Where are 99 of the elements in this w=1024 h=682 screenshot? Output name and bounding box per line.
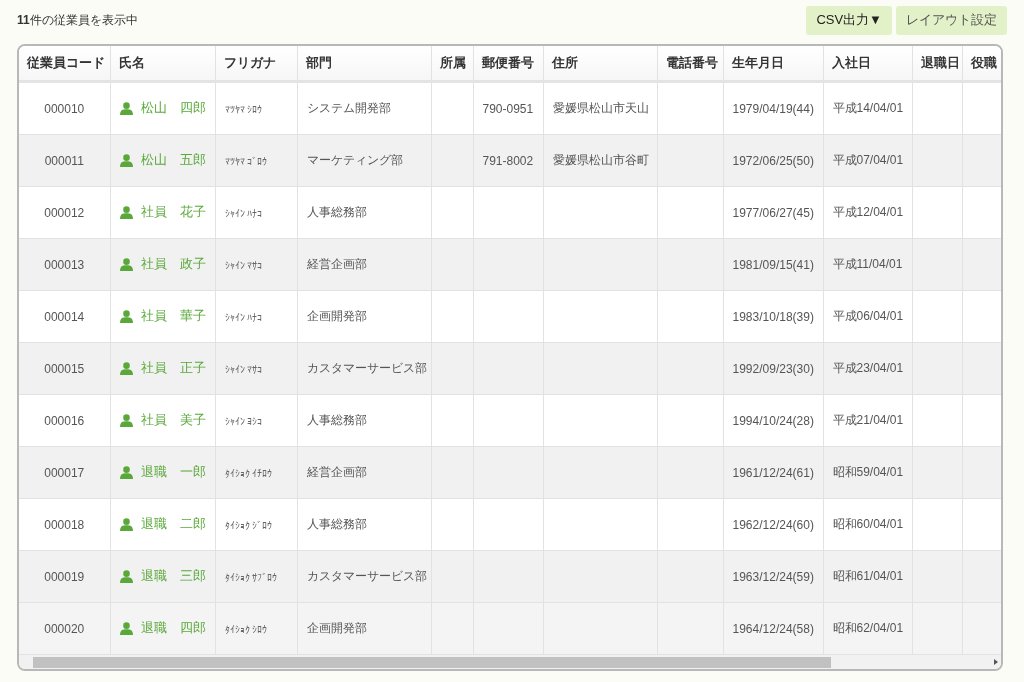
table-cell-text: 経営企画部	[306, 465, 367, 479]
table-cell-text: 1979/04/19(44)	[732, 101, 814, 116]
table-row[interactable]: 000014 社員 華子 ｼｬｲﾝ ﾊﾅｺ 企画開発部 1983/10/18(39) 平成06/04/01	[19, 290, 1001, 343]
table-row[interactable]: 000015 社員 正子 ｼｬｲﾝ ﾏｻｺ カスタマーサービス部 1992/09/23(30) 平成23/04/01	[19, 342, 1001, 395]
person-icon	[119, 413, 133, 428]
table-cell-text: 000013	[44, 257, 85, 272]
table-cell-text: 人事総務部	[306, 205, 367, 219]
table-cell-text: 000017	[44, 465, 85, 480]
person-icon	[119, 465, 133, 480]
employee-count-text: 11件の従業員を表示中	[17, 11, 138, 29]
table-cell-text: 平成06/04/01	[832, 309, 904, 323]
person-icon	[119, 101, 133, 116]
furigana-text: ﾀｲｼｮｸ ｲﾁﾛｳ	[224, 467, 273, 479]
column-header[interactable]: 部門	[297, 46, 431, 82]
table-cell-text: 平成23/04/01	[832, 361, 904, 375]
table-cell-text: 愛媛県松山市谷町	[552, 153, 649, 167]
table-cell-text: 平成07/04/01	[832, 153, 904, 167]
table-cell-text: 1964/12/24(58)	[732, 621, 814, 636]
table-cell-text: 人事総務部	[306, 413, 367, 427]
table-row[interactable]: 000010 松山 四郎 ﾏﾂﾔﾏ ｼﾛｳ システム開発部 790-0951 愛媛県松山市天山 1979/04/19(44) 平成14/04/01	[19, 81, 1001, 135]
furigana-text: ｼｬｲﾝ ﾏｻｺ	[224, 259, 263, 271]
table-cell-text: 791-8002	[482, 153, 534, 168]
table-cell-text: 企画開発部	[306, 621, 367, 635]
table-cell-text: 経営企画部	[306, 257, 367, 271]
table-row[interactable]: 000020 退職 四郎 ﾀｲｼｮｸ ｼﾛｳ 企画開発部 1964/12/24(58) 昭和62/04/01	[19, 602, 1001, 655]
table-cell-text: 1963/12/24(59)	[732, 569, 814, 584]
column-header[interactable]: フリガナ	[215, 46, 297, 82]
column-header[interactable]: 生年月日	[723, 46, 823, 82]
table-cell-text: 平成21/04/01	[832, 413, 904, 427]
layout-settings-button[interactable]: レイアウト設定	[896, 5, 1007, 35]
table-cell-text: カスタマーサービス部	[306, 569, 427, 583]
column-header[interactable]: 電話番号	[657, 46, 723, 82]
furigana-text: ﾀｲｼｮｸ ｻﾌﾞﾛｳ	[224, 571, 278, 583]
table-row[interactable]: 000012 社員 花子 ｼｬｲﾝ ﾊﾅｺ 人事総務部 1977/06/27(45) 平成12/04/01	[19, 186, 1001, 239]
table-cell-text: 1981/09/15(41)	[732, 257, 814, 272]
table-cell-text: 1972/06/25(50)	[732, 153, 814, 168]
table-cell-text: 人事総務部	[306, 517, 367, 531]
table-cell-text: 1977/06/27(45)	[732, 205, 814, 220]
table-cell-text: 1992/09/23(30)	[732, 361, 814, 376]
table-row[interactable]: 000017 退職 一郎 ﾀｲｼｮｸ ｲﾁﾛｳ 経営企画部 1961/12/24(61) 昭和59/04/01	[19, 446, 1001, 499]
table-row[interactable]: 000019 退職 三郎 ﾀｲｼｮｸ ｻﾌﾞﾛｳ カスタマーサービス部 1963/12/24(59) 昭和61/04/01	[19, 550, 1001, 603]
furigana-text: ｼｬｲﾝ ﾖｼｺ	[224, 415, 263, 427]
person-icon	[119, 257, 133, 272]
table-cell-text: 平成11/04/01	[832, 257, 903, 271]
table-cell-text: 000010	[44, 101, 85, 116]
table-row[interactable]: 000016 社員 美子 ｼｬｲﾝ ﾖｼｺ 人事総務部 1994/10/24(28) 平成21/04/01	[19, 394, 1001, 447]
table-cell-text: 1961/12/24(61)	[732, 465, 814, 480]
table-cell-text: 000011	[44, 153, 84, 168]
table-cell-text: 000016	[44, 413, 85, 428]
furigana-text: ﾀｲｼｮｸ ｼﾞﾛｳ	[224, 519, 273, 531]
person-icon	[119, 309, 133, 324]
table-cell-text: 790-0951	[482, 101, 534, 116]
column-header[interactable]: 氏名	[110, 46, 215, 82]
table-row[interactable]: 000018 退職 二郎 ﾀｲｼｮｸ ｼﾞﾛｳ 人事総務部 1962/12/24(60) 昭和60/04/01	[19, 498, 1001, 551]
furigana-text: ｼｬｲﾝ ﾊﾅｺ	[224, 311, 263, 323]
column-header[interactable]: 住所	[543, 46, 657, 82]
table-cell-text: マーケティング部	[306, 153, 403, 167]
table-cell-text: 昭和61/04/01	[832, 569, 904, 583]
scrollbar-thumb[interactable]	[33, 656, 831, 668]
csv-export-button[interactable]: CSV出力▼	[806, 5, 892, 35]
scroll-right-arrow-icon[interactable]	[994, 659, 998, 665]
person-icon	[119, 621, 133, 636]
table-cell-text: 平成12/04/01	[832, 205, 904, 219]
table-cell-text: 平成14/04/01	[832, 101, 904, 115]
table-cell-text: 1962/12/24(60)	[732, 517, 814, 532]
table-row[interactable]: 000013 社員 政子 ｼｬｲﾝ ﾏｻｺ 経営企画部 1981/09/15(41) 平成11/04/01	[19, 238, 1001, 291]
furigana-text: ｼｬｲﾝ ﾊﾅｺ	[224, 207, 263, 219]
table-cell-text: 1983/10/18(39)	[732, 309, 814, 324]
furigana-text: ﾀｲｼｮｸ ｼﾛｳ	[224, 623, 268, 635]
person-icon	[119, 517, 133, 532]
table-cell-text: カスタマーサービス部	[306, 361, 427, 375]
column-header[interactable]: 入社日	[823, 46, 912, 82]
column-header[interactable]: 役職	[962, 46, 1001, 82]
table-cell-text: 000019	[44, 569, 85, 584]
table-cell-text: 企画開発部	[306, 309, 367, 323]
table-row[interactable]: 000011 松山 五郎 ﾏﾂﾔﾏ ｺﾞﾛｳ マーケティング部 791-8002 愛媛県松山市谷町 1972/06/25(50) 平成07/04/01	[19, 134, 1001, 187]
furigana-text: ｼｬｲﾝ ﾏｻｺ	[224, 363, 263, 375]
column-header[interactable]: 郵便番号	[473, 46, 543, 82]
table-cell-text: 000014	[44, 309, 85, 324]
table-cell-text: 1994/10/24(28)	[732, 413, 814, 428]
column-header[interactable]: 従業員コード	[19, 46, 110, 82]
table-cell-text: 000020	[44, 621, 85, 636]
furigana-text: ﾏﾂﾔﾏ ｼﾛｳ	[224, 103, 263, 115]
table-cell-text: 000018	[44, 517, 85, 532]
column-header[interactable]: 所属	[431, 46, 473, 82]
person-icon	[119, 361, 133, 376]
column-header[interactable]: 退職日	[912, 46, 962, 82]
table-cell-text: 000012	[44, 205, 85, 220]
table-cell-text: システム開発部	[306, 101, 391, 115]
table-cell-text: 000015	[44, 361, 85, 376]
person-icon	[119, 153, 133, 168]
table-cell-text: 愛媛県松山市天山	[552, 101, 649, 115]
person-icon	[119, 205, 133, 220]
table-cell-text: 昭和59/04/01	[832, 465, 904, 479]
person-icon	[119, 569, 133, 584]
furigana-text: ﾏﾂﾔﾏ ｺﾞﾛｳ	[224, 155, 268, 167]
table-cell-text: 昭和62/04/01	[832, 621, 904, 635]
table-cell-text: 昭和60/04/01	[832, 517, 904, 531]
horizontal-scrollbar[interactable]	[19, 655, 1001, 669]
